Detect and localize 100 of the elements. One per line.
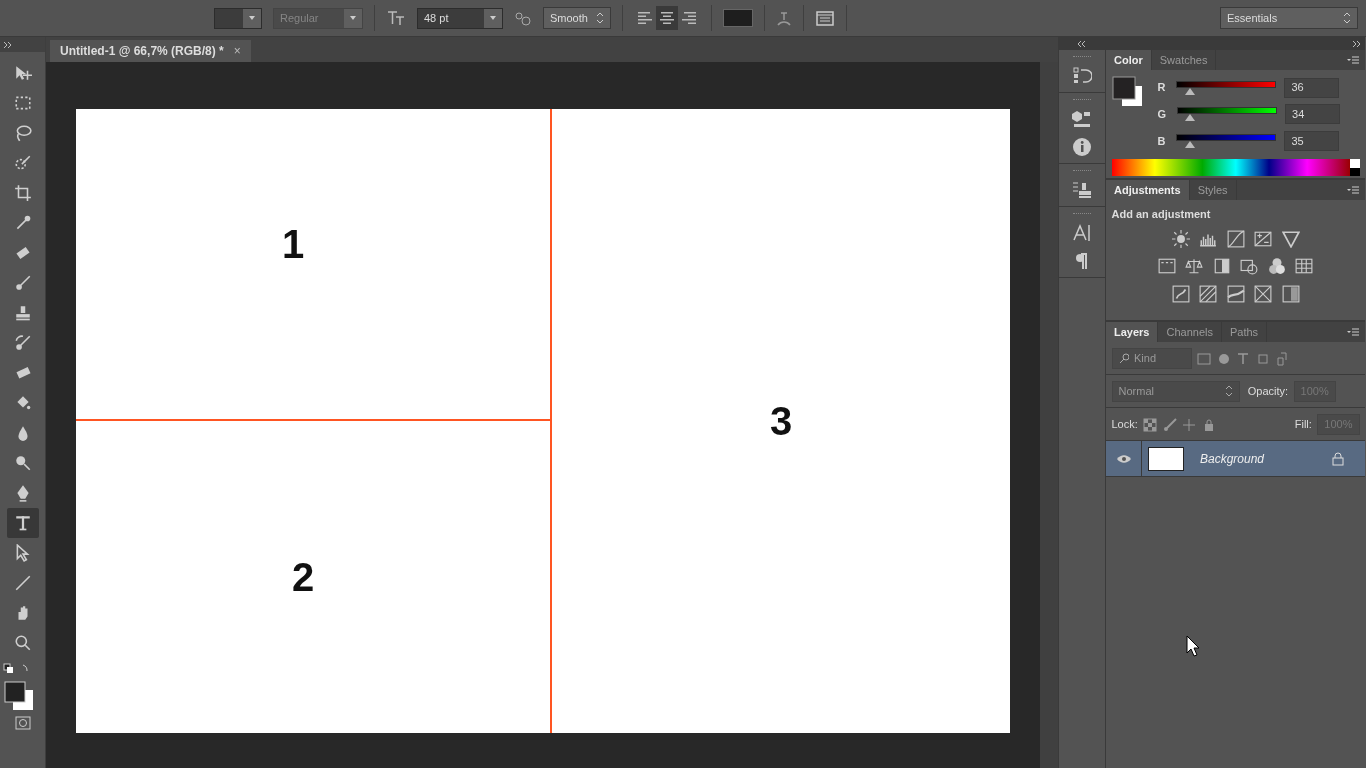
image-filter-icon [1197, 352, 1211, 367]
warp-text-icon [775, 10, 792, 27]
scales-icon [1185, 257, 1204, 276]
curve-square-icon [1171, 284, 1190, 303]
channel-value-field[interactable]: 35 [1284, 131, 1340, 151]
gradient-square-adjustment-button[interactable] [1279, 282, 1302, 305]
color-slider[interactable] [1176, 80, 1277, 95]
layer-filter-dropdown[interactable]: Kind [1111, 347, 1192, 369]
collapse-icon [1077, 39, 1087, 48]
brush-icon [13, 273, 32, 292]
anti-alias-dropdown[interactable]: Smooth [543, 7, 611, 29]
sun-icon [1171, 229, 1190, 248]
panel-tab[interactable]: Layers [1106, 322, 1159, 343]
x-square-adjustment-button[interactable] [1252, 282, 1274, 305]
shape-filter-icon [1255, 352, 1270, 367]
x-square-icon [1254, 284, 1272, 303]
letter-t-icon [13, 513, 32, 532]
anti-alias-icon [514, 10, 532, 26]
align-center-icon [658, 10, 675, 26]
panel-tab[interactable]: Color [1106, 50, 1152, 70]
align-center-button[interactable] [655, 6, 678, 30]
info-panel-button[interactable] [1072, 137, 1092, 157]
panels-button[interactable] [814, 8, 835, 28]
panel-tab[interactable]: Styles [1189, 180, 1237, 201]
layer-name: Background [1200, 450, 1265, 468]
collapse-icon [2, 40, 13, 49]
panel-tab[interactable]: Adjustments [1106, 180, 1190, 201]
curve-square-adjustment-button[interactable] [1169, 282, 1192, 305]
mouse-cursor-icon [1186, 635, 1200, 657]
cube-icon [1072, 109, 1092, 129]
default-colors-swatch[interactable] [1349, 158, 1360, 176]
triangle-icon [1281, 229, 1300, 248]
stamp-icon [13, 303, 32, 322]
smart-object-filter-icon [1275, 352, 1289, 367]
brush-lock-button[interactable] [1162, 416, 1177, 433]
color-spectrum[interactable] [1111, 158, 1350, 176]
canvas-number: 3 [769, 398, 793, 445]
warp-text-button[interactable] [775, 9, 792, 27]
gradient-bars-icon [1157, 257, 1176, 276]
text-color-swatch[interactable] [722, 9, 753, 27]
menu-icon [1347, 55, 1359, 65]
swap-colors-icon [2, 663, 31, 676]
expand-icon [1352, 39, 1363, 48]
canvas-number: 2 [291, 554, 315, 601]
crop-icon [13, 183, 32, 202]
sun-adjustment-button[interactable] [1169, 227, 1192, 250]
diagonal-square-icon [1199, 284, 1217, 303]
close-button[interactable]: × [233, 42, 241, 60]
foreground-background-icon [1111, 75, 1144, 108]
search-icon [1118, 353, 1129, 364]
wave-square-adjustment-button[interactable] [1224, 282, 1247, 305]
history-icon [1072, 66, 1092, 86]
type-filter-icon [1236, 352, 1250, 367]
triangle-icon [1185, 114, 1196, 122]
align-left-icon [636, 10, 653, 26]
font-style-dropdown[interactable]: Regular [273, 7, 363, 29]
blend-mode-dropdown[interactable]: Normal [1111, 380, 1240, 402]
channel-value-field[interactable]: 34 [1285, 104, 1341, 125]
triangle-icon [1185, 141, 1196, 148]
fill-label: Fill: [1294, 417, 1312, 432]
cube-panel-button[interactable] [1072, 109, 1092, 129]
document-tab[interactable]: Untitled-1 @ 66,7% (RGB/8) * × [50, 40, 251, 62]
workspace-dropdown[interactable]: Essentials [1220, 7, 1358, 29]
magnifier-icon [13, 453, 32, 472]
history-brush-icon [13, 333, 32, 352]
stamp-list-panel-button[interactable] [1072, 180, 1092, 200]
color-slider[interactable] [1176, 134, 1277, 148]
opacity-label: Opacity: [1247, 384, 1289, 399]
character-panel-button[interactable] [1072, 223, 1092, 243]
menu-icon [1347, 327, 1359, 337]
checkerboard-lock-button[interactable] [1143, 416, 1158, 433]
history-panel-button[interactable] [1072, 66, 1092, 86]
panel-window-icon [814, 9, 835, 28]
color-slider[interactable] [1177, 107, 1278, 122]
channel-label: G [1157, 107, 1167, 122]
channel-value-field[interactable]: 36 [1284, 77, 1340, 98]
gradient-square-icon [1281, 284, 1300, 303]
scrollbar[interactable] [1040, 62, 1058, 768]
panel-tab[interactable]: Channels [1158, 322, 1222, 343]
circle-filter-icon [1216, 352, 1231, 367]
up-down-icon [1343, 12, 1351, 24]
font-size-field[interactable]: 48 pt [417, 7, 503, 29]
grid-icon [1295, 257, 1314, 276]
half-square-icon [1212, 257, 1231, 276]
type-tool-button[interactable] [6, 507, 39, 538]
triangle-icon [1185, 87, 1196, 95]
wave-square-icon [1226, 284, 1245, 303]
panel-tab[interactable]: Paths [1221, 322, 1268, 343]
three-circles-icon [1267, 257, 1286, 276]
character-icon [1072, 223, 1092, 243]
lock-label: Lock: [1111, 417, 1138, 432]
panel-tab[interactable]: Swatches [1151, 50, 1217, 70]
layer-row[interactable]: Background [1106, 441, 1365, 478]
curve-graph-adjustment-button[interactable] [1224, 227, 1247, 250]
diagonal-square-adjustment-button[interactable] [1197, 282, 1219, 305]
channel-label: B [1157, 133, 1166, 149]
panel-heading: Add an adjustment [1111, 206, 1212, 222]
checkerboard-icon [1143, 418, 1158, 433]
arrow-cross-icon [13, 63, 32, 82]
curve-graph-icon [1226, 229, 1245, 248]
